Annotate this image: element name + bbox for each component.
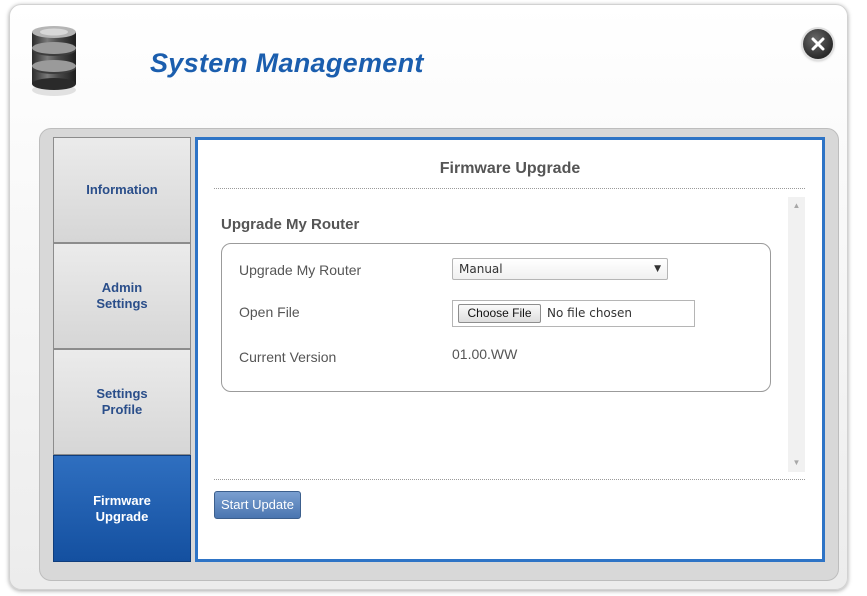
database-icon	[32, 26, 76, 96]
scroll-down-icon[interactable]: ▼	[788, 456, 805, 470]
sidebar-item-admin-settings[interactable]: Admin Settings	[53, 243, 191, 349]
close-button[interactable]	[803, 29, 833, 59]
upgrade-mode-select[interactable]: Manual ▼	[452, 258, 668, 280]
close-icon	[811, 37, 825, 51]
sidebar-item-firmware-upgrade[interactable]: Firmware Upgrade	[53, 455, 191, 562]
open-file-label: Open File	[239, 304, 300, 320]
scrollbar[interactable]: ▲ ▼	[788, 197, 805, 472]
sidebar-item-label: Admin Settings	[96, 280, 148, 311]
sidebar-item-settings-profile[interactable]: Settings Profile	[53, 349, 191, 455]
sidebar-item-label: Settings Profile	[96, 386, 148, 417]
divider	[214, 479, 805, 480]
panel-title: Firmware Upgrade	[439, 160, 581, 177]
sidebar: Information Admin Settings Settings Prof…	[53, 137, 191, 562]
start-update-button[interactable]: Start Update	[214, 491, 301, 519]
file-input[interactable]: Choose File No file chosen	[452, 300, 695, 327]
sidebar-item-information[interactable]: Information	[53, 137, 191, 243]
upgrade-mode-label: Upgrade My Router	[239, 262, 362, 278]
scroll-up-icon[interactable]: ▲	[788, 199, 805, 213]
current-version-value: 01.00.WW	[452, 346, 518, 362]
current-version-label: Current Version	[239, 349, 337, 365]
dialog-title: System Management	[150, 48, 424, 78]
sidebar-item-label: Firmware Upgrade	[93, 492, 151, 524]
choose-file-button[interactable]: Choose File	[458, 304, 541, 323]
select-value: Manual	[459, 262, 503, 276]
divider	[214, 188, 805, 189]
file-status: No file chosen	[547, 306, 633, 320]
chevron-down-icon: ▼	[654, 264, 661, 274]
section-title: Upgrade My Router	[221, 216, 360, 233]
sidebar-item-label: Information	[86, 182, 158, 197]
